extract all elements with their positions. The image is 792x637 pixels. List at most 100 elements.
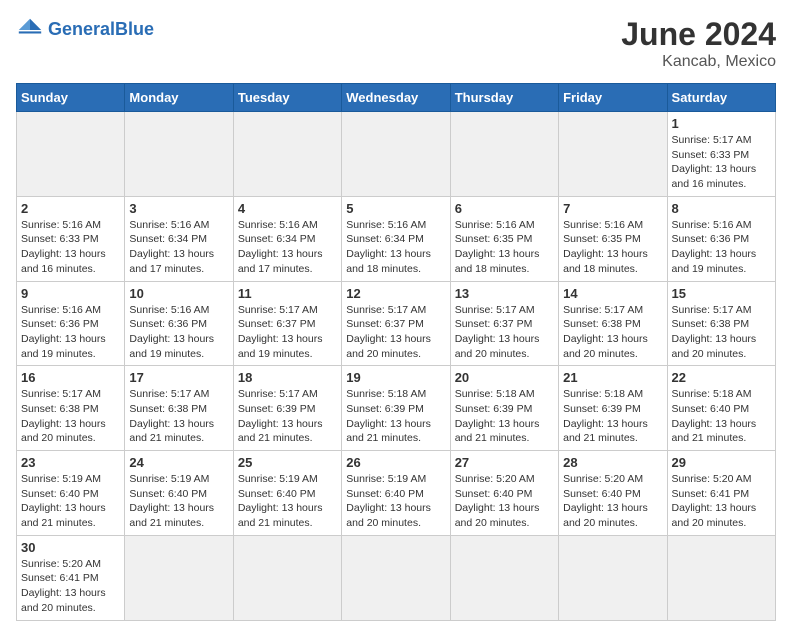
day-info: Sunrise: 5:17 AM Sunset: 6:38 PM Dayligh… — [129, 387, 228, 446]
calendar-week-row: 16 Sunrise: 5:17 AM Sunset: 6:38 PM Dayli… — [17, 366, 776, 451]
calendar-cell: 2 Sunrise: 5:16 AM Sunset: 6:33 PM Daylig… — [17, 196, 125, 281]
day-info: Sunrise: 5:17 AM Sunset: 6:38 PM Dayligh… — [563, 303, 662, 362]
calendar-cell: 17Sunrise: 5:17 AM Sunset: 6:38 PM Dayli… — [125, 366, 233, 451]
title-block: June 2024 Kancab, Mexico — [621, 16, 776, 71]
main-title: June 2024 — [621, 16, 776, 53]
logo-general: General — [48, 19, 115, 39]
weekday-saturday: Saturday — [667, 84, 775, 112]
day-number: 2 — [21, 201, 120, 216]
day-number: 13 — [455, 286, 554, 301]
calendar-cell: 29Sunrise: 5:20 AM Sunset: 6:41 PM Dayli… — [667, 451, 775, 536]
calendar-cell — [667, 535, 775, 620]
calendar-cell: 16 Sunrise: 5:17 AM Sunset: 6:38 PM Dayli… — [17, 366, 125, 451]
day-number: 19 — [346, 370, 445, 385]
calendar-week-row: 9 Sunrise: 5:16 AM Sunset: 6:36 PM Daylig… — [17, 281, 776, 366]
weekday-wednesday: Wednesday — [342, 84, 450, 112]
logo: GeneralBlue — [16, 16, 154, 44]
calendar-cell: 6Sunrise: 5:16 AM Sunset: 6:35 PM Daylig… — [450, 196, 558, 281]
weekday-tuesday: Tuesday — [233, 84, 341, 112]
calendar-week-row: 1 Sunrise: 5:17 AM Sunset: 6:33 PM Daylig… — [17, 112, 776, 197]
calendar-cell — [450, 535, 558, 620]
day-number: 30 — [21, 540, 120, 555]
calendar-cell: 10Sunrise: 5:16 AM Sunset: 6:36 PM Dayli… — [125, 281, 233, 366]
day-info: Sunrise: 5:18 AM Sunset: 6:39 PM Dayligh… — [563, 387, 662, 446]
calendar-cell: 9 Sunrise: 5:16 AM Sunset: 6:36 PM Daylig… — [17, 281, 125, 366]
calendar-cell — [233, 535, 341, 620]
day-number: 14 — [563, 286, 662, 301]
calendar-cell: 5 Sunrise: 5:16 AM Sunset: 6:34 PM Daylig… — [342, 196, 450, 281]
calendar-cell: 12 Sunrise: 5:17 AM Sunset: 6:37 PM Dayli… — [342, 281, 450, 366]
day-number: 25 — [238, 455, 337, 470]
weekday-sunday: Sunday — [17, 84, 125, 112]
day-info: Sunrise: 5:17 AM Sunset: 6:39 PM Dayligh… — [238, 387, 337, 446]
calendar-cell — [233, 112, 341, 197]
day-info: Sunrise: 5:17 AM Sunset: 6:37 PM Dayligh… — [455, 303, 554, 362]
day-info: Sunrise: 5:16 AM Sunset: 6:35 PM Dayligh… — [563, 218, 662, 277]
day-number: 24 — [129, 455, 228, 470]
calendar-cell: 24 Sunrise: 5:19 AM Sunset: 6:40 PM Dayli… — [125, 451, 233, 536]
day-number: 27 — [455, 455, 554, 470]
calendar-week-row: 23 Sunrise: 5:19 AM Sunset: 6:40 PM Dayli… — [17, 451, 776, 536]
calendar-cell: 19Sunrise: 5:18 AM Sunset: 6:39 PM Dayli… — [342, 366, 450, 451]
day-info: Sunrise: 5:19 AM Sunset: 6:40 PM Dayligh… — [129, 472, 228, 531]
day-info: Sunrise: 5:20 AM Sunset: 6:41 PM Dayligh… — [21, 557, 120, 616]
day-number: 9 — [21, 286, 120, 301]
calendar-cell — [17, 112, 125, 197]
calendar-cell: 14 Sunrise: 5:17 AM Sunset: 6:38 PM Dayli… — [559, 281, 667, 366]
calendar-week-row: 2 Sunrise: 5:16 AM Sunset: 6:33 PM Daylig… — [17, 196, 776, 281]
calendar-cell: 4Sunrise: 5:16 AM Sunset: 6:34 PM Daylig… — [233, 196, 341, 281]
day-number: 6 — [455, 201, 554, 216]
calendar-cell — [450, 112, 558, 197]
day-number: 28 — [563, 455, 662, 470]
day-info: Sunrise: 5:17 AM Sunset: 6:38 PM Dayligh… — [21, 387, 120, 446]
calendar-cell: 11Sunrise: 5:17 AM Sunset: 6:37 PM Dayli… — [233, 281, 341, 366]
day-number: 10 — [129, 286, 228, 301]
logo-text: GeneralBlue — [48, 20, 154, 40]
day-info: Sunrise: 5:19 AM Sunset: 6:40 PM Dayligh… — [21, 472, 120, 531]
calendar-body: 1 Sunrise: 5:17 AM Sunset: 6:33 PM Daylig… — [17, 112, 776, 621]
calendar-cell — [559, 535, 667, 620]
day-info: Sunrise: 5:20 AM Sunset: 6:40 PM Dayligh… — [455, 472, 554, 531]
calendar-cell: 23 Sunrise: 5:19 AM Sunset: 6:40 PM Dayli… — [17, 451, 125, 536]
day-number: 15 — [672, 286, 771, 301]
weekday-monday: Monday — [125, 84, 233, 112]
day-number: 16 — [21, 370, 120, 385]
day-number: 18 — [238, 370, 337, 385]
location: Kancab, Mexico — [621, 53, 776, 71]
calendar-cell: 21 Sunrise: 5:18 AM Sunset: 6:39 PM Dayli… — [559, 366, 667, 451]
calendar-cell — [342, 535, 450, 620]
day-info: Sunrise: 5:16 AM Sunset: 6:36 PM Dayligh… — [672, 218, 771, 277]
calendar-cell: 1 Sunrise: 5:17 AM Sunset: 6:33 PM Daylig… — [667, 112, 775, 197]
day-info: Sunrise: 5:20 AM Sunset: 6:40 PM Dayligh… — [563, 472, 662, 531]
calendar-week-row: 30 Sunrise: 5:20 AM Sunset: 6:41 PM Dayli… — [17, 535, 776, 620]
weekday-header-row: SundayMondayTuesdayWednesdayThursdayFrid… — [17, 84, 776, 112]
day-number: 12 — [346, 286, 445, 301]
calendar-cell: 15 Sunrise: 5:17 AM Sunset: 6:38 PM Dayli… — [667, 281, 775, 366]
day-info: Sunrise: 5:17 AM Sunset: 6:33 PM Dayligh… — [672, 133, 771, 192]
day-info: Sunrise: 5:16 AM Sunset: 6:34 PM Dayligh… — [346, 218, 445, 277]
calendar-cell: 3Sunrise: 5:16 AM Sunset: 6:34 PM Daylig… — [125, 196, 233, 281]
calendar-cell: 27 Sunrise: 5:20 AM Sunset: 6:40 PM Dayli… — [450, 451, 558, 536]
calendar-cell: 8Sunrise: 5:16 AM Sunset: 6:36 PM Daylig… — [667, 196, 775, 281]
logo-icon — [16, 16, 44, 44]
day-info: Sunrise: 5:16 AM Sunset: 6:36 PM Dayligh… — [21, 303, 120, 362]
calendar-cell — [125, 112, 233, 197]
day-info: Sunrise: 5:19 AM Sunset: 6:40 PM Dayligh… — [346, 472, 445, 531]
day-info: Sunrise: 5:17 AM Sunset: 6:38 PM Dayligh… — [672, 303, 771, 362]
calendar-cell: 20 Sunrise: 5:18 AM Sunset: 6:39 PM Dayli… — [450, 366, 558, 451]
day-number: 20 — [455, 370, 554, 385]
day-number: 3 — [129, 201, 228, 216]
day-number: 26 — [346, 455, 445, 470]
day-number: 23 — [21, 455, 120, 470]
day-info: Sunrise: 5:17 AM Sunset: 6:37 PM Dayligh… — [346, 303, 445, 362]
day-info: Sunrise: 5:16 AM Sunset: 6:33 PM Dayligh… — [21, 218, 120, 277]
calendar-cell: 13 Sunrise: 5:17 AM Sunset: 6:37 PM Dayli… — [450, 281, 558, 366]
day-number: 21 — [563, 370, 662, 385]
day-number: 1 — [672, 116, 771, 131]
calendar-cell: 26 Sunrise: 5:19 AM Sunset: 6:40 PM Dayli… — [342, 451, 450, 536]
day-number: 5 — [346, 201, 445, 216]
day-info: Sunrise: 5:18 AM Sunset: 6:39 PM Dayligh… — [455, 387, 554, 446]
calendar-header: SundayMondayTuesdayWednesdayThursdayFrid… — [17, 84, 776, 112]
calendar-cell: 28 Sunrise: 5:20 AM Sunset: 6:40 PM Dayli… — [559, 451, 667, 536]
weekday-thursday: Thursday — [450, 84, 558, 112]
